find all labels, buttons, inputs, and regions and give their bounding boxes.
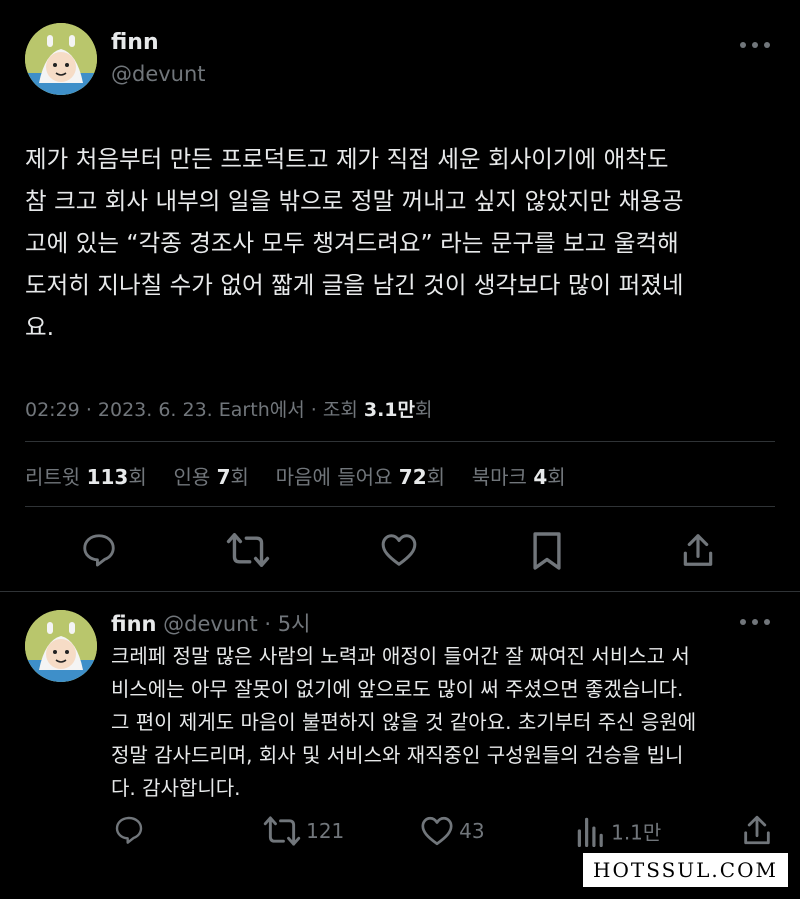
reply-icon[interactable] <box>79 531 119 569</box>
like-icon <box>420 815 454 847</box>
avatar[interactable] <box>25 23 97 95</box>
tweet-text: 제가 처음부터 만든 프로덕트고 제가 직접 세운 회사이기에 애착도 참 크고… <box>25 145 684 341</box>
stat-likes[interactable]: 마음에 들어요 72회 <box>276 465 445 489</box>
views-value: 3.1만 <box>363 399 415 421</box>
tweet-time[interactable]: 02:29 <box>25 399 80 421</box>
divider <box>25 506 775 507</box>
tweet-stats: 리트윗 113회 인용 7회 마음에 들어요 72회 북마크 4회 <box>25 461 566 490</box>
like-icon[interactable] <box>380 532 418 568</box>
time-ago[interactable]: 5시 <box>278 612 311 636</box>
like-count: 43 <box>459 819 485 843</box>
views-label: 조회 <box>322 399 358 421</box>
reply-icon[interactable] <box>112 814 146 846</box>
views-count: 1.1만 <box>611 820 662 845</box>
stat-quotes[interactable]: 인용 7회 <box>173 465 249 489</box>
display-name[interactable]: finn <box>111 30 159 55</box>
stat-bookmarks[interactable]: 북마크 4회 <box>472 465 566 489</box>
more-icon[interactable] <box>738 40 772 50</box>
bookmark-icon[interactable] <box>530 530 564 572</box>
retweet-icon <box>263 815 301 847</box>
handle[interactable]: @devunt <box>111 62 206 86</box>
retweet-count: 121 <box>306 819 345 843</box>
views-suffix: 회 <box>415 399 433 421</box>
analytics-icon <box>576 815 606 847</box>
retweet-button[interactable]: 121 <box>263 815 344 847</box>
divider <box>0 591 800 592</box>
share-icon[interactable] <box>680 531 716 569</box>
tweet-date[interactable]: 2023. 6. 23. <box>98 399 213 421</box>
watermark: HOTSSUL.COM <box>581 851 790 889</box>
reply-text: 크레페 정말 많은 사람의 노력과 애정이 들어간 잘 짜여진 서비스고 서 비… <box>111 644 697 800</box>
avatar[interactable] <box>25 610 97 682</box>
like-button[interactable]: 43 <box>420 815 485 847</box>
handle[interactable]: @devunt <box>163 612 258 636</box>
retweet-icon[interactable] <box>226 531 270 569</box>
divider <box>25 441 775 442</box>
share-icon[interactable] <box>741 813 773 847</box>
views-button[interactable]: 1.1만 <box>576 815 661 847</box>
tweet-meta: 02:29 · 2023. 6. 23. Earth에서 · 조회 3.1만회 <box>25 399 433 421</box>
reply-header: finn @devunt · 5시 <box>111 612 311 636</box>
stat-retweets[interactable]: 리트윗 113회 <box>25 465 147 489</box>
display-name[interactable]: finn <box>111 612 156 636</box>
more-icon[interactable] <box>738 617 772 627</box>
tweet-source: Earth에서 <box>218 399 305 421</box>
